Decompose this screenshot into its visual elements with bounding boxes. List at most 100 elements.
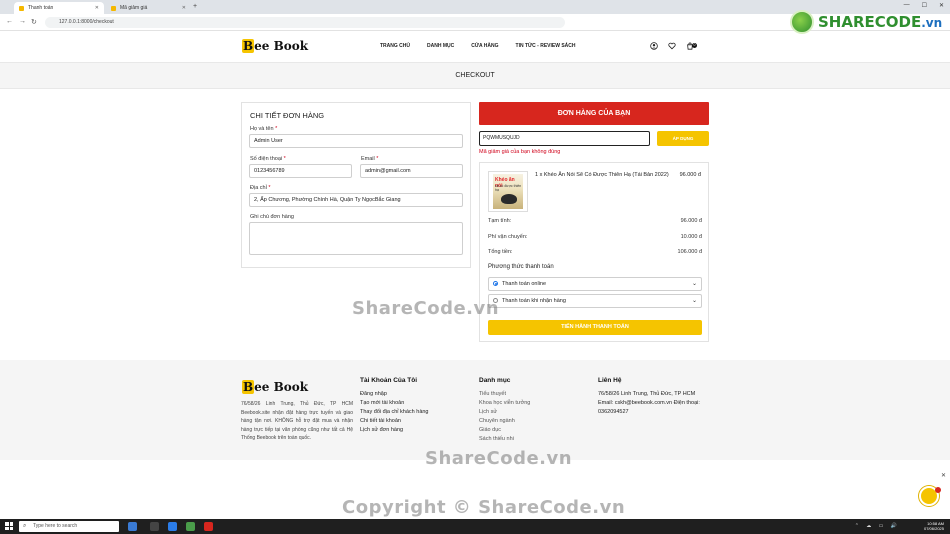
footer-link-kids[interactable]: Sách thiếu nhi <box>479 435 530 444</box>
coupon-input[interactable]: PQWMUSQUJD <box>479 131 650 146</box>
book-cover-subtitle: sẽ có được thiên hạ <box>495 184 522 192</box>
footer-account-column: Tài Khoản Của Tôi Đăng nhập Tạo mới tài … <box>360 377 429 435</box>
order-summary: Khéo ăn nói sẽ có được thiên hạ 1 x Khéo… <box>479 162 709 342</box>
heart-icon[interactable] <box>668 42 676 50</box>
payment-method-title: Phương thức thanh toán <box>488 264 554 270</box>
note-textarea[interactable] <box>249 222 463 255</box>
close-tab-icon[interactable]: ✕ <box>95 5 99 11</box>
browser-tab-coupon[interactable]: Mã giảm giá ✕ <box>106 2 191 14</box>
total-row: Tổng tiền: 106.000 đ <box>488 249 702 255</box>
book-cover-art <box>501 194 517 204</box>
subtotal-row: Tạm tính: 96.000 đ <box>488 218 702 224</box>
vscode-icon[interactable] <box>168 522 177 531</box>
nav-store[interactable]: CỬA HÀNG <box>471 43 498 49</box>
footer-logo[interactable]: Bee Book <box>242 380 308 394</box>
url-input[interactable]: 127.0.0.1:8000/checkout <box>45 17 565 28</box>
close-tab-icon[interactable]: ✕ <box>182 5 186 11</box>
shipping-row: Phí vận chuyển: 10.000 đ <box>488 234 702 240</box>
browser-tab-checkout[interactable]: Thanh toán ✕ <box>14 2 104 14</box>
chat-notification-dot <box>935 487 941 493</box>
taskbar-search-input[interactable]: ⌕ Type here to search <box>19 521 119 532</box>
footer-contact-title: Liên Hệ <box>598 377 622 384</box>
phone-input[interactable]: 0123456789 <box>249 164 352 178</box>
watermark-copyright: Copyright © ShareCode.vn <box>342 497 626 518</box>
order-item-name: 1 x Khéo Ăn Nói Sẽ Có Được Thiên Hạ (Tái… <box>535 172 669 178</box>
order-item-price: 96.000 đ <box>679 172 701 178</box>
name-input[interactable]: Admin User <box>249 134 463 148</box>
cart-count-badge: 0 <box>692 43 697 48</box>
footer-contact-phone: 0362094527 <box>598 409 629 415</box>
footer-categories-title: Danh mục <box>479 377 511 384</box>
sharecode-logo: SHARECODE.vn <box>790 10 942 34</box>
footer-link-novel[interactable]: Tiểu thuyết <box>479 390 530 399</box>
footer-contact-email: Email: cskh@beebook.com.vn Điện thoại: <box>598 400 700 406</box>
apply-coupon-button[interactable]: ÁP DỤNG <box>657 131 709 146</box>
chevron-down-icon: ⌄ <box>691 298 697 304</box>
chrome-icon[interactable] <box>204 522 213 531</box>
window-controls: — ☐ ✕ <box>904 2 944 9</box>
footer-about: 76/58/26 Linh Trung, Thủ Đức, TP HCM Bee… <box>241 401 353 441</box>
sharecode-logo-icon <box>790 10 814 34</box>
nav-news[interactable]: TIN TỨC - REVIEW SÁCH <box>516 43 576 49</box>
page-title: CHECKOUT <box>0 62 950 89</box>
phone-label: Số điện thoại * <box>250 156 286 162</box>
book-thumbnail[interactable]: Khéo ăn nói sẽ có được thiên hạ <box>488 171 528 212</box>
maximize-icon[interactable]: ☐ <box>922 2 927 9</box>
coupon-error: Mã giảm giá của bạn không đúng <box>479 149 561 155</box>
close-window-icon[interactable]: ✕ <box>939 2 944 9</box>
taskbar-app-icon[interactable] <box>150 522 159 531</box>
forward-icon[interactable]: → <box>19 18 26 25</box>
footer-link-login[interactable]: Đăng nhập <box>360 390 429 399</box>
footer-link-history[interactable]: Lịch sử <box>479 408 530 417</box>
favicon-icon <box>19 5 24 11</box>
footer-categories-column: Danh mục Tiểu thuyết Khoa học viễn tưởng… <box>479 377 530 444</box>
footer-link-education[interactable]: Giáo dục <box>479 426 530 435</box>
back-icon[interactable]: ← <box>6 18 13 25</box>
footer-link-register[interactable]: Tạo mới tài khoản <box>360 399 429 408</box>
address-label: Địa chỉ * <box>250 185 271 191</box>
footer-link-change-address[interactable]: Thay đổi địa chỉ khách hàng <box>360 408 429 417</box>
footer-contact-column: Liên Hệ 76/58/26 Linh Trung, Thủ Đức, TP… <box>598 377 713 417</box>
footer-account-title: Tài Khoản Của Tôi <box>360 377 418 384</box>
nav-categories[interactable]: DANH MỤC <box>427 43 454 49</box>
reload-icon[interactable]: ↻ <box>31 18 37 26</box>
email-label: Email * <box>361 156 379 162</box>
taskbar-app-icon[interactable] <box>128 522 137 531</box>
minimize-icon[interactable]: — <box>904 2 910 9</box>
header-icons: 0 <box>650 42 697 52</box>
name-label: Họ và tên * <box>250 126 278 132</box>
payment-option-online[interactable]: Thanh toán online ⌄ <box>488 277 702 291</box>
new-tab-icon[interactable]: + <box>193 3 197 10</box>
system-clock[interactable]: 10:58 AM 07/06/2025 <box>924 521 944 531</box>
windows-taskbar: ⌕ Type here to search ⌃ ☁ ▭ 🔊 10:58 AM 0… <box>0 519 950 534</box>
footer-link-scifi[interactable]: Khoa học viễn tưởng <box>479 399 530 408</box>
radio-selected-icon[interactable] <box>493 281 498 286</box>
order-detail-form: CHI TIẾT ĐƠN HÀNG Họ và tên * Admin User… <box>241 102 471 268</box>
footer-link-specialized[interactable]: Chuyên ngành <box>479 417 530 426</box>
your-order-header: ĐƠN HÀNG CỦA BẠN <box>479 102 709 125</box>
chevron-down-icon: ⌄ <box>691 281 697 287</box>
site-header: Bee Book TRANG CHỦ DANH MỤC CỬA HÀNG TIN… <box>0 31 950 62</box>
address-input[interactable]: 2, Ấp Chương, Phường Chính Hà, Quận Ty N… <box>249 193 463 207</box>
chat-widget[interactable] <box>905 478 943 508</box>
checkout-submit-button[interactable]: TIẾN HÀNH THANH TOÁN <box>488 320 702 335</box>
watermark-mid: ShareCode.vn <box>352 298 500 319</box>
watermark-footer: ShareCode.vn <box>425 448 573 469</box>
main-nav: TRANG CHỦ DANH MỤC CỬA HÀNG TIN TỨC - RE… <box>380 43 593 49</box>
favicon-icon <box>111 5 116 11</box>
note-label: Ghi chú đơn hàng <box>250 214 294 220</box>
search-icon: ⌕ <box>23 523 27 529</box>
nav-home[interactable]: TRANG CHỦ <box>380 43 410 49</box>
system-tray-icons[interactable]: ⌃ ☁ ▭ 🔊 <box>855 523 900 529</box>
user-icon[interactable] <box>650 42 658 50</box>
email-input[interactable]: admin@gmail.com <box>360 164 463 178</box>
form-title: CHI TIẾT ĐƠN HÀNG <box>250 111 325 120</box>
site-footer: Bee Book 76/58/26 Linh Trung, Thủ Đức, T… <box>0 360 950 460</box>
payment-option-cod[interactable]: Thanh toán khi nhận hàng ⌄ <box>488 294 702 308</box>
footer-link-order-history[interactable]: Lịch sử đơn hàng <box>360 426 429 435</box>
taskbar-app-icon[interactable] <box>186 522 195 531</box>
footer-link-account-detail[interactable]: Chi tiết tài khoản <box>360 417 429 426</box>
cart-button[interactable]: 0 <box>686 42 697 52</box>
windows-start-icon[interactable] <box>5 522 13 530</box>
site-logo[interactable]: Bee Book <box>242 39 308 53</box>
